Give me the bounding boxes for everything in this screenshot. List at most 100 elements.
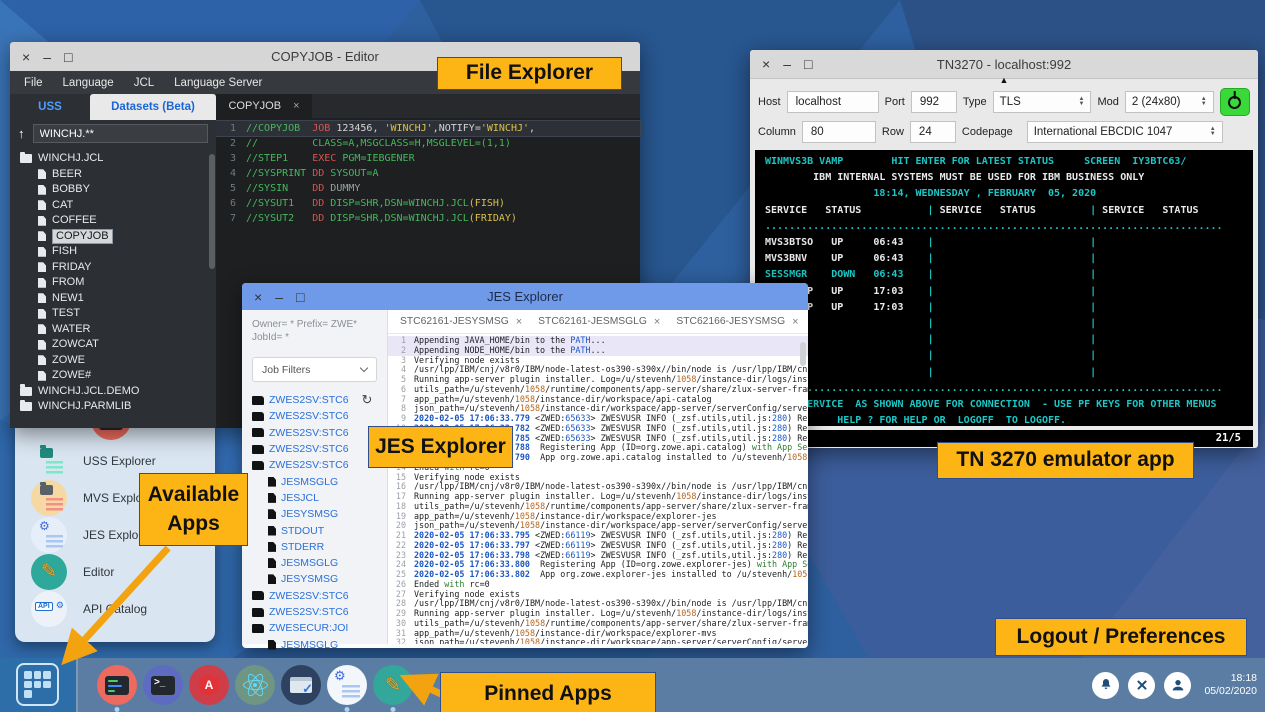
job-item[interactable]: ZWES2SV:STC6 bbox=[252, 425, 377, 441]
close-tab-icon[interactable]: × bbox=[654, 316, 660, 328]
tree-item-bobby[interactable]: BOBBY bbox=[10, 182, 216, 198]
pinned-app-react[interactable] bbox=[235, 665, 275, 705]
close-button[interactable]: × bbox=[254, 290, 262, 304]
dataset-search-input[interactable] bbox=[33, 124, 209, 143]
spool-file-item[interactable]: JESMSGLG bbox=[252, 636, 377, 652]
menu-jcl[interactable]: JCL bbox=[134, 77, 154, 89]
collapse-form-icon[interactable]: ▲ bbox=[1000, 75, 1009, 85]
tree-item-winchj.jcl.demo[interactable]: WINCHJ.JCL.DEMO bbox=[10, 384, 216, 400]
tab-uss[interactable]: USS bbox=[10, 94, 90, 120]
job-item[interactable]: ZWES2SV:STC6 bbox=[252, 408, 377, 424]
editor-tab-copyjob[interactable]: COPYJOB × bbox=[216, 94, 312, 118]
launcher-item-editor[interactable]: ✎Editor bbox=[31, 553, 215, 590]
tree-item-copyjob[interactable]: COPYJOB bbox=[10, 229, 216, 245]
job-label: STDOUT bbox=[281, 525, 324, 537]
spool-file-item[interactable]: STDOUT bbox=[252, 522, 377, 538]
settings-button[interactable] bbox=[1128, 672, 1155, 699]
spool-file-item[interactable]: STDERR bbox=[252, 539, 377, 555]
launcher-item-api-catalog[interactable]: API⚙API Catalog bbox=[31, 590, 215, 627]
pinned-app-jes-explorer[interactable]: ⚙ bbox=[327, 665, 367, 705]
close-button[interactable]: × bbox=[762, 57, 770, 71]
tree-item-zowe#[interactable]: ZOWE# bbox=[10, 368, 216, 384]
job-item[interactable]: ZWES2SV:STC6↻ bbox=[252, 392, 377, 408]
pinned-app-editor[interactable]: ✎ bbox=[373, 665, 413, 705]
tree-item-coffee[interactable]: COFFEE bbox=[10, 213, 216, 229]
job-item[interactable]: ZWES2SV:STC6 bbox=[252, 588, 377, 604]
menu-file[interactable]: File bbox=[24, 77, 43, 89]
connect-power-button[interactable] bbox=[1220, 88, 1250, 116]
job-item[interactable]: ZWESECUR:JOI bbox=[252, 620, 377, 636]
mod-value: 2 (24x80) bbox=[1132, 96, 1181, 108]
port-field[interactable] bbox=[911, 91, 957, 113]
close-tab-icon[interactable]: × bbox=[293, 100, 299, 112]
spool-tab[interactable]: STC62161-JESMSGLG× bbox=[538, 316, 660, 328]
notifications-button[interactable] bbox=[1092, 672, 1119, 699]
type-select[interactable]: TLS ▲▼ bbox=[993, 91, 1092, 113]
tree-item-fish[interactable]: FISH bbox=[10, 244, 216, 260]
spool-tab[interactable]: STC62166-JESYSMSG× bbox=[676, 316, 798, 328]
app-launcher-button[interactable] bbox=[16, 663, 59, 706]
tree-item-cat[interactable]: CAT bbox=[10, 198, 216, 214]
tab-datasets[interactable]: Datasets (Beta) bbox=[90, 94, 216, 120]
job-item[interactable]: ZWES2SV:STC6 bbox=[252, 604, 377, 620]
pinned-app-tasks[interactable]: ✓ bbox=[281, 665, 321, 705]
spool-file-item[interactable]: JESYSMSG bbox=[252, 571, 377, 587]
minimize-button[interactable]: – bbox=[783, 57, 791, 71]
spool-file-item[interactable]: JESJCL bbox=[252, 490, 377, 506]
spool-file-item[interactable]: JESMSGLG bbox=[252, 555, 377, 571]
jes-titlebar[interactable]: ×–□ JES Explorer bbox=[242, 283, 808, 310]
mod-label: Mod bbox=[1097, 96, 1118, 108]
annotation-pinned-apps: Pinned Apps bbox=[440, 672, 656, 712]
terminal-screen[interactable]: WINMVS3B VAMP HIT ENTER FOR LATEST STATU… bbox=[755, 150, 1253, 426]
maximize-button[interactable]: □ bbox=[296, 290, 304, 304]
maximize-button[interactable]: □ bbox=[64, 50, 72, 64]
tree-item-winchj.jcl[interactable]: WINCHJ.JCL bbox=[10, 151, 216, 167]
tree-item-zowe[interactable]: ZOWE bbox=[10, 353, 216, 369]
close-button[interactable]: × bbox=[22, 50, 30, 64]
close-tab-icon[interactable]: × bbox=[792, 316, 798, 328]
spool-log-content[interactable]: 1Appending JAVA_HOME/bin to the PATH...2… bbox=[388, 334, 808, 644]
job-item[interactable]: ZWES2SV:STC6 bbox=[252, 457, 377, 473]
pinned-app-vt-terminal[interactable]: >_ bbox=[143, 665, 183, 705]
column-field[interactable] bbox=[802, 121, 876, 143]
menu-language-server[interactable]: Language Server bbox=[174, 77, 262, 89]
spool-tab[interactable]: STC62161-JESYSMSG× bbox=[400, 316, 522, 328]
folder-icon bbox=[20, 402, 32, 411]
pinned-app-tn3270-terminal[interactable] bbox=[97, 665, 137, 705]
pinned-app-angular[interactable]: A bbox=[189, 665, 229, 705]
row-field[interactable] bbox=[910, 121, 956, 143]
spool-file-item[interactable]: JESYSMSG bbox=[252, 506, 377, 522]
codepage-select[interactable]: International EBCDIC 1047 ▲▼ bbox=[1027, 121, 1223, 143]
tree-item-test[interactable]: TEST bbox=[10, 306, 216, 322]
minimize-button[interactable]: – bbox=[43, 50, 51, 64]
tree-item-water[interactable]: WATER bbox=[10, 322, 216, 338]
user-button[interactable] bbox=[1164, 672, 1191, 699]
job-filters-dropdown[interactable]: Job Filters bbox=[252, 357, 377, 382]
maximize-button[interactable]: □ bbox=[804, 57, 812, 71]
log-scrollbar[interactable] bbox=[800, 342, 806, 366]
port-label: Port bbox=[885, 96, 905, 108]
tree-scrollbar[interactable] bbox=[209, 154, 215, 269]
tree-item-zowcat[interactable]: ZOWCAT bbox=[10, 337, 216, 353]
jes-window-controls: ×–□ bbox=[254, 290, 304, 304]
host-field[interactable] bbox=[787, 91, 879, 113]
refresh-icon[interactable]: ↻ bbox=[362, 395, 373, 405]
tree-item-new1[interactable]: NEW1 bbox=[10, 291, 216, 307]
menu-language[interactable]: Language bbox=[63, 77, 114, 89]
minimize-button[interactable]: – bbox=[275, 290, 283, 304]
code-line: 3//STEP1 EXEC PGM=IEBGENER bbox=[216, 151, 640, 166]
tree-item-beer[interactable]: BEER bbox=[10, 167, 216, 183]
clock-date: 05/02/2020 bbox=[1204, 685, 1257, 698]
tree-item-winchj.parmlib[interactable]: WINCHJ.PARMLIB bbox=[10, 399, 216, 415]
spool-file-item[interactable]: JESMSGLG bbox=[252, 473, 377, 489]
updown-icon: ▲▼ bbox=[1210, 127, 1216, 137]
launcher-item-label: API Catalog bbox=[83, 602, 147, 616]
up-arrow-icon[interactable]: ↑ bbox=[18, 126, 25, 141]
job-label: ZWES2SV:STC6 bbox=[269, 410, 349, 422]
job-item[interactable]: ZWES2SV:STC6 bbox=[252, 441, 377, 457]
terminal-line: SERVICE STATUS | SERVICE STATUS | SERVIC… bbox=[765, 203, 1243, 219]
mod-select[interactable]: 2 (24x80) ▲▼ bbox=[1125, 91, 1214, 113]
tree-item-from[interactable]: FROM bbox=[10, 275, 216, 291]
tree-item-friday[interactable]: FRIDAY bbox=[10, 260, 216, 276]
close-tab-icon[interactable]: × bbox=[516, 316, 522, 328]
